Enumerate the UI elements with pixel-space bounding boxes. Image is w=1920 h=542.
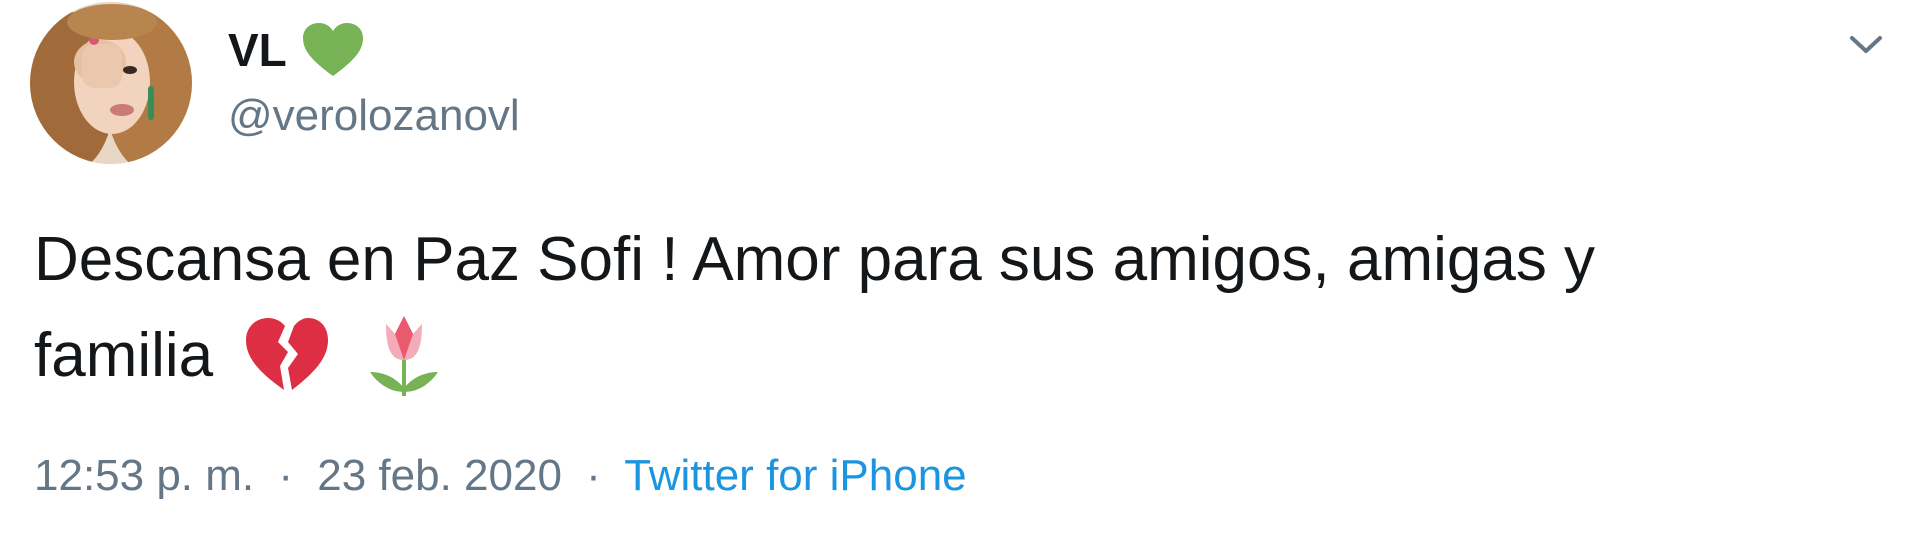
tweet-text-line: familia xyxy=(34,308,1884,404)
display-name-text: VL xyxy=(228,24,287,76)
tweet-text: Descansa en Paz Sofi ! Amor para sus ami… xyxy=(34,212,1884,404)
chevron-down-icon[interactable] xyxy=(1846,28,1886,60)
green-heart-icon xyxy=(301,22,365,78)
tweet-time[interactable]: 12:53 p. m. xyxy=(34,451,254,500)
tweet-text-line: Descansa en Paz Sofi ! Amor para sus ami… xyxy=(34,225,1596,294)
tweet-card: VL @verolozanovl Descansa en Paz Sofi ! … xyxy=(0,0,1920,542)
tweet-text-word: familia xyxy=(34,321,214,390)
meta-separator: · xyxy=(278,451,294,500)
meta-separator: · xyxy=(586,451,601,500)
tweet-source-link[interactable]: Twitter for iPhone xyxy=(624,451,966,500)
avatar[interactable] xyxy=(30,2,192,164)
broken-heart-icon xyxy=(242,310,330,398)
tweet-meta: 12:53 p. m. · 23 feb. 2020 · Twitter for… xyxy=(34,448,967,504)
tweet-date[interactable]: 23 feb. 2020 xyxy=(317,451,562,500)
display-name[interactable]: VL xyxy=(228,22,365,78)
avatar-image xyxy=(30,2,192,164)
tulip-icon xyxy=(360,310,448,398)
user-handle[interactable]: @verolozanovl xyxy=(228,88,520,144)
